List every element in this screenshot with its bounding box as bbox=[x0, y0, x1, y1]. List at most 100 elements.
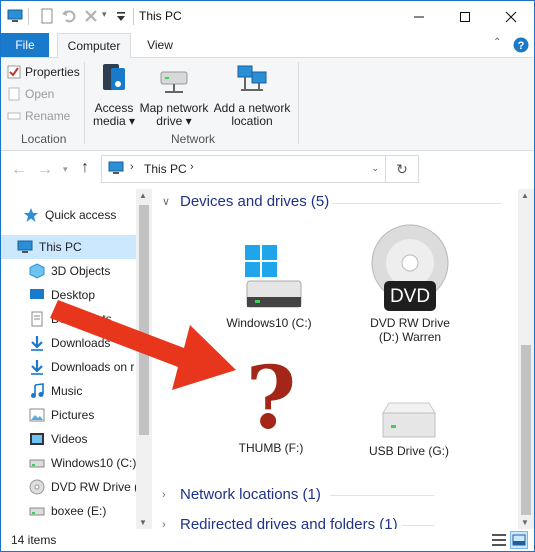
close-button[interactable] bbox=[488, 1, 534, 33]
cube-icon bbox=[29, 263, 45, 279]
tab-file[interactable]: File bbox=[1, 33, 49, 57]
drive-icon bbox=[29, 459, 45, 468]
dvd-badge: DVD bbox=[389, 286, 431, 307]
help-icon[interactable]: ? bbox=[513, 37, 529, 53]
group-devices-and-drives[interactable]: ∨ Devices and drives (5) bbox=[162, 193, 329, 210]
maximize-icon bbox=[460, 12, 470, 22]
nav-item-label: boxee (E:) bbox=[51, 504, 107, 518]
drive-icon bbox=[29, 507, 45, 516]
properties-icon[interactable] bbox=[39, 8, 55, 24]
map-drive-label-2: drive bbox=[156, 114, 183, 128]
add-network-location-button[interactable]: Add a network location bbox=[211, 62, 293, 128]
add-location-label-2: location bbox=[231, 114, 273, 128]
open-button[interactable]: Open bbox=[7, 84, 54, 104]
collapse-ribbon-icon[interactable]: ⌃ bbox=[493, 37, 501, 48]
computer-icon[interactable] bbox=[7, 8, 23, 24]
download-icon bbox=[31, 360, 43, 375]
properties-button[interactable]: Properties bbox=[7, 62, 80, 82]
documents-icon bbox=[31, 311, 43, 327]
scroll-up-icon[interactable]: ▲ bbox=[521, 191, 529, 200]
nav-item-label: Windows10 (C:) bbox=[51, 456, 137, 470]
properties-label: Properties bbox=[25, 65, 80, 79]
scroll-down-icon[interactable]: ▼ bbox=[521, 518, 529, 527]
divider bbox=[298, 62, 299, 144]
nav-item-label: Quick access bbox=[45, 208, 117, 222]
group-divider bbox=[332, 203, 502, 204]
nav-item-this-pc[interactable]: This PC bbox=[1, 235, 151, 259]
rename-button[interactable]: Rename bbox=[7, 106, 70, 126]
nav-item-label: Desktop bbox=[51, 288, 96, 302]
drive-f[interactable]: ? THUMB (F:) bbox=[216, 348, 326, 456]
file-explorer-window: ▾ This PC File Computer View ⌃ ? Propert… bbox=[0, 0, 535, 552]
network-location-icon bbox=[237, 65, 267, 91]
navigation-pane: Quick access This PC 3D Objects Desktop Docu… bbox=[1, 189, 153, 529]
drive-d[interactable]: DVD DVD RW Drive (D:) Warren bbox=[350, 221, 470, 344]
maximize-button[interactable] bbox=[442, 1, 488, 33]
access-media-label-2: media bbox=[92, 114, 126, 128]
properties-check-icon bbox=[7, 65, 21, 79]
ribbon-tabs: File Computer View ⌃ ? bbox=[1, 33, 534, 59]
scroll-down-icon[interactable]: ▼ bbox=[139, 518, 147, 527]
refresh-icon: ↻ bbox=[396, 160, 408, 177]
question-mark-icon: ? bbox=[245, 348, 297, 449]
group-divider bbox=[330, 495, 434, 496]
nav-item-label: Documents bbox=[51, 312, 112, 326]
window-title: This PC bbox=[139, 9, 182, 23]
group-title-devices: Devices and drives (5) bbox=[180, 193, 330, 210]
drive-c[interactable]: Windows10 (C:) bbox=[214, 241, 324, 330]
refresh-button[interactable]: ↻ bbox=[385, 155, 419, 183]
nav-item-label: 3D Objects bbox=[51, 264, 111, 278]
forward-arrow-icon[interactable]: → bbox=[37, 161, 53, 179]
drive-g[interactable]: USB Drive (G:) bbox=[354, 395, 464, 458]
nav-item-label: Music bbox=[51, 384, 83, 398]
navigation-bar: ← → ▾ ↑ › This PC › ⌄ ↻ bbox=[1, 151, 534, 187]
content-pane: ∨ Devices and drives (5) Windows10 (C:) bbox=[154, 189, 534, 533]
chevron-right-icon[interactable]: › bbox=[130, 161, 134, 173]
chevron-down-icon: ▾ bbox=[129, 114, 136, 128]
drive-c-label: Windows10 (C:) bbox=[226, 316, 312, 330]
content-scroll-thumb[interactable] bbox=[521, 345, 531, 515]
group-divider bbox=[402, 525, 434, 526]
media-icon bbox=[103, 64, 125, 90]
map-network-drive-button[interactable]: Map network drive ▾ bbox=[137, 62, 211, 128]
chevron-down-icon[interactable]: ▾ bbox=[102, 9, 107, 20]
chevron-down-icon: ∨ bbox=[162, 196, 171, 208]
access-media-button[interactable]: Access media ▾ bbox=[89, 62, 139, 128]
nav-scroll-thumb[interactable] bbox=[139, 205, 149, 435]
divider bbox=[84, 62, 85, 144]
tab-view[interactable]: View bbox=[137, 33, 183, 57]
nav-item-quick-access[interactable]: Quick access bbox=[1, 203, 157, 227]
music-icon bbox=[31, 383, 44, 398]
up-arrow-icon[interactable]: ↑ bbox=[81, 159, 89, 177]
computer-icon bbox=[17, 240, 33, 253]
drive-g-label: USB Drive (G:) bbox=[368, 444, 449, 458]
drive-d-label-1: DVD RW Drive bbox=[370, 316, 450, 330]
address-dropdown-icon[interactable]: ⌄ bbox=[371, 163, 379, 174]
videos-icon bbox=[30, 433, 44, 445]
ribbon: Properties Open Rename Location Access m… bbox=[1, 58, 534, 151]
details-view-icon[interactable] bbox=[491, 532, 507, 548]
recent-locations-icon[interactable]: ▾ bbox=[63, 164, 68, 175]
usb-drive-icon bbox=[382, 402, 436, 438]
group-network-locations[interactable]: › Network locations (1) bbox=[162, 486, 321, 503]
tab-computer[interactable]: Computer bbox=[57, 33, 131, 59]
content-scrollbar[interactable]: ▲ ▼ bbox=[518, 189, 534, 529]
chevron-right-icon[interactable]: › bbox=[190, 161, 194, 173]
tiles-view-icon[interactable] bbox=[510, 531, 528, 549]
undo-icon[interactable] bbox=[61, 8, 77, 24]
minimize-button[interactable] bbox=[396, 1, 442, 33]
address-bar[interactable]: › This PC › ⌄ bbox=[101, 155, 386, 183]
delete-icon[interactable] bbox=[83, 8, 99, 24]
nav-item-label: Downloads bbox=[51, 336, 111, 350]
scroll-up-icon[interactable]: ▲ bbox=[139, 191, 147, 200]
customize-toolbar-icon[interactable] bbox=[113, 8, 129, 24]
nav-item-label: Videos bbox=[51, 432, 88, 446]
nav-item-label: Pictures bbox=[51, 408, 95, 422]
back-arrow-icon[interactable]: ← bbox=[11, 161, 27, 179]
nav-scrollbar[interactable]: ▲ ▼ bbox=[136, 189, 152, 529]
address-path: This PC bbox=[144, 162, 187, 176]
download-icon bbox=[31, 336, 43, 351]
status-bar: 14 items bbox=[1, 529, 534, 551]
divider bbox=[28, 8, 29, 25]
close-icon bbox=[505, 11, 517, 23]
